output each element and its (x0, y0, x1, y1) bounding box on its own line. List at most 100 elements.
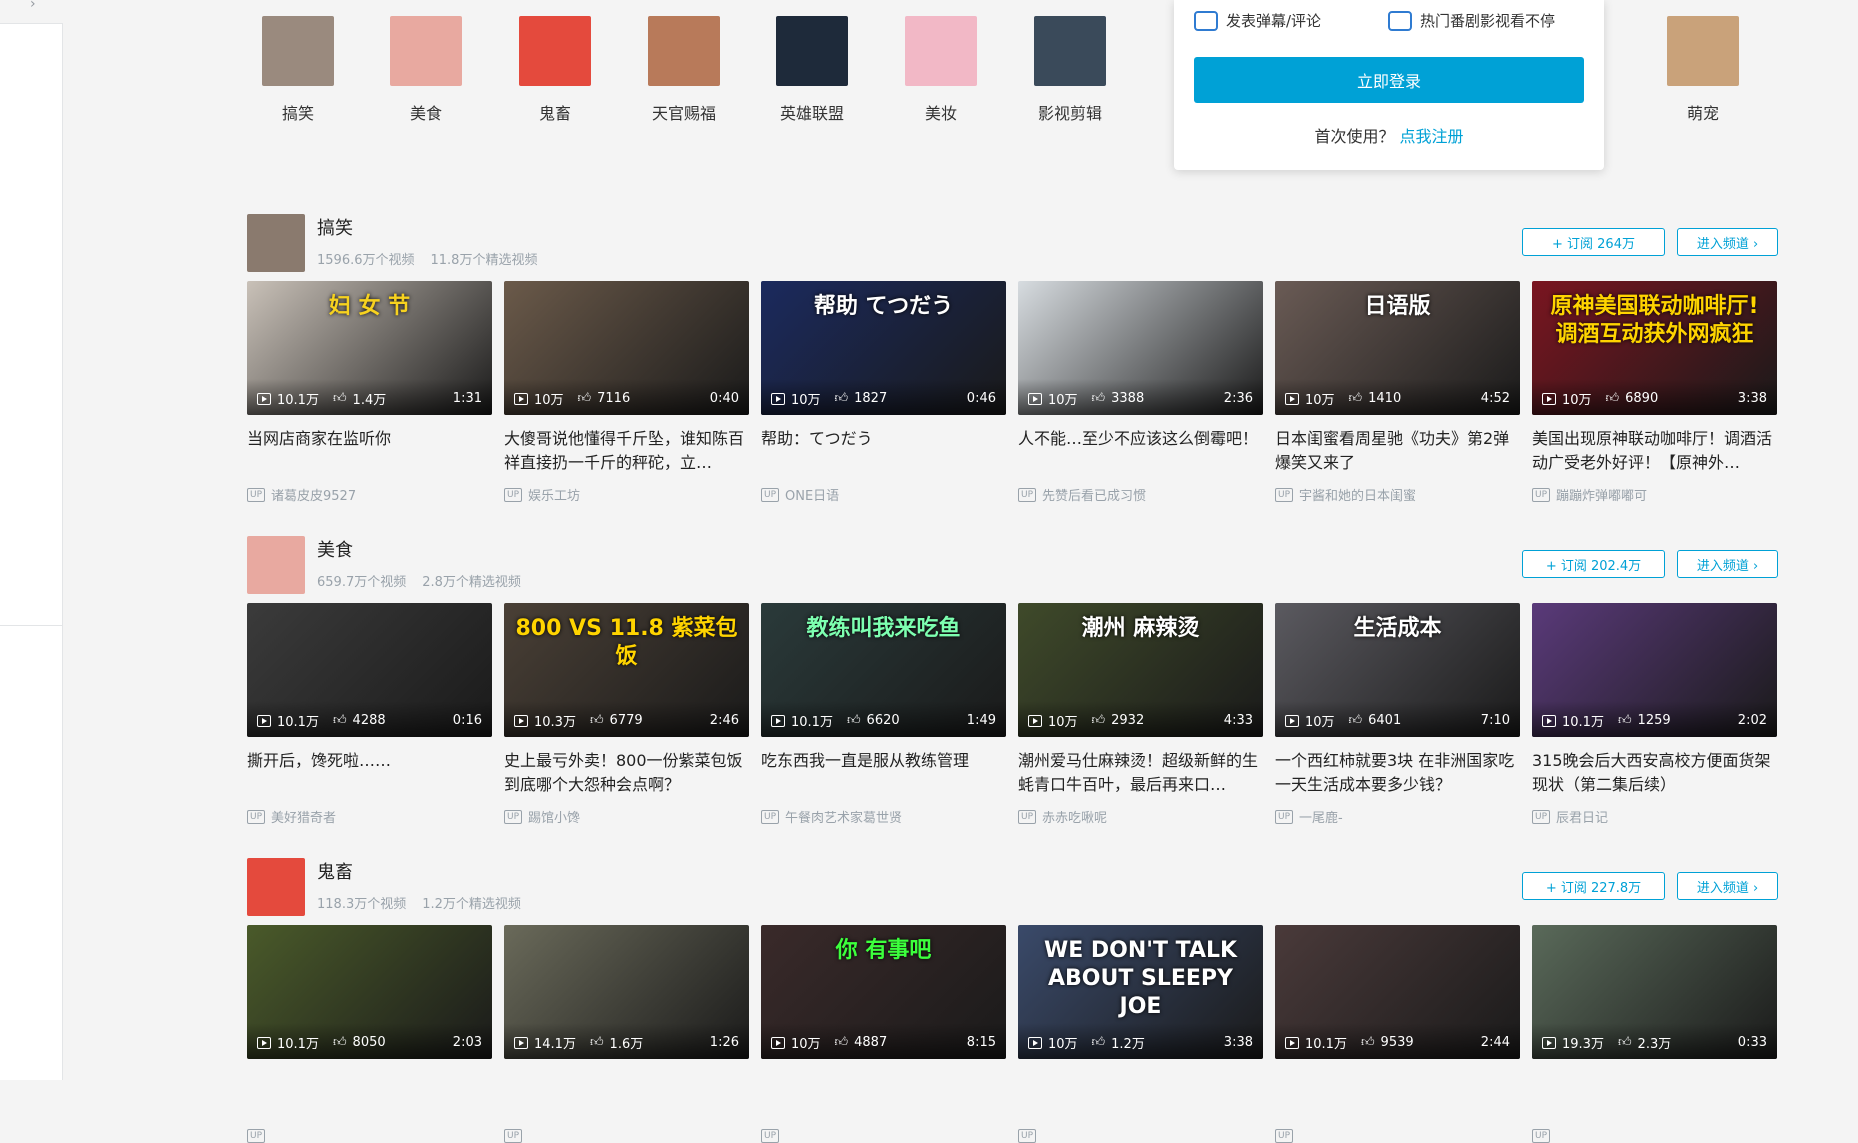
video-thumbnail[interactable]: 800 VS 11.8 紫菜包饭 10.3万 👍︎ 6779 2:46 (504, 603, 749, 737)
video-title[interactable] (761, 1071, 1006, 1119)
play-count-icon (257, 392, 271, 405)
video-card[interactable]: 10.1万 👍︎ 9539 2:44 UP (1275, 925, 1520, 1143)
enter-channel-button[interactable]: 进入频道 › (1677, 872, 1778, 900)
video-thumbnail[interactable]: 10.1万 👍︎ 9539 2:44 (1275, 925, 1520, 1059)
video-title[interactable] (1018, 1071, 1263, 1119)
video-card[interactable]: 生活成本 10万 👍︎ 6401 7:10 一个西红柿就要3块 在非洲国家吃一天… (1275, 603, 1520, 826)
video-thumbnail[interactable]: 19.3万 👍︎ 2.3万 0:33 (1532, 925, 1777, 1059)
video-card[interactable]: 10.1万 👍︎ 4288 0:16 撕开后，馋死啦…… UP 美好猎奇者 (247, 603, 492, 826)
video-card[interactable]: 日语版 10万 👍︎ 1410 4:52 日本闺蜜看周星驰《功夫》第2弹 爆笑又… (1275, 281, 1520, 504)
video-title[interactable]: 大傻哥说他懂得千斤坠，谁知陈百祥直接扔一千斤的秤砣，立… (504, 427, 749, 475)
category-2[interactable]: 鬼畜 (510, 16, 600, 124)
video-thumbnail[interactable]: 妇 女 节 10.1万 👍︎ 1.4万 1:31 (247, 281, 492, 415)
enter-channel-button[interactable]: 进入频道 › (1677, 550, 1778, 578)
video-title[interactable] (1532, 1071, 1777, 1119)
video-card[interactable]: 10万 👍︎ 7116 0:40 大傻哥说他懂得千斤坠，谁知陈百祥直接扔一千斤的… (504, 281, 749, 504)
collapse-button[interactable]: › (0, 0, 63, 24)
video-thumbnail[interactable]: 帮助 てつだう 10万 👍︎ 1827 0:46 (761, 281, 1006, 415)
video-title[interactable] (504, 1071, 749, 1119)
video-title[interactable]: 帮助：てつだう (761, 427, 1006, 475)
channel-title[interactable]: 鬼畜 (317, 858, 353, 884)
video-card[interactable]: 你 有事吧 10万 👍︎ 4887 8:15 UP (761, 925, 1006, 1143)
video-title[interactable]: 一个西红柿就要3块 在非洲国家吃一天生活成本要多少钱？ (1275, 749, 1520, 797)
video-thumbnail[interactable]: 原神美国联动咖啡厅! 调酒互动获外网疯狂 10万 👍︎ 6890 3:38 (1532, 281, 1777, 415)
video-thumbnail[interactable]: 10万 👍︎ 7116 0:40 (504, 281, 749, 415)
video-title[interactable]: 315晚会后大西安高校方便面货架现状（第二集后续） (1532, 749, 1777, 797)
category-label: 美食 (409, 104, 442, 123)
video-thumbnail[interactable]: 潮州 麻辣烫 10万 👍︎ 2932 4:33 (1018, 603, 1263, 737)
uploader[interactable]: UP (1018, 1129, 1263, 1143)
video-card[interactable]: 妇 女 节 10.1万 👍︎ 1.4万 1:31 当网店商家在监听你 UP 诸葛… (247, 281, 492, 504)
video-title[interactable] (1275, 1071, 1520, 1119)
video-thumbnail[interactable]: 教练叫我来吃鱼 10.1万 👍︎ 6620 1:49 (761, 603, 1006, 737)
video-thumbnail[interactable]: 生活成本 10万 👍︎ 6401 7:10 (1275, 603, 1520, 737)
category-6[interactable]: 影视剪辑 (1025, 16, 1115, 124)
video-thumbnail[interactable]: 10.1万 👍︎ 4288 0:16 (247, 603, 492, 737)
uploader[interactable]: UP 美好猎奇者 (247, 807, 492, 826)
uploader[interactable]: UP 宇酱和她的日本闺蜜 (1275, 485, 1520, 504)
video-title[interactable] (247, 1071, 492, 1119)
video-title[interactable]: 潮州爱马仕麻辣烫！超级新鲜的生蚝青口牛百叶，最后再来口… (1018, 749, 1263, 797)
video-card[interactable]: 10万 👍︎ 3388 2:36 人不能…至少不应该这么倒霉吧！ UP 先赞后看… (1018, 281, 1263, 504)
video-card[interactable]: 19.3万 👍︎ 2.3万 0:33 UP (1532, 925, 1777, 1143)
video-title[interactable]: 吃东西我一直是服从教练管理 (761, 749, 1006, 797)
video-thumbnail[interactable]: 日语版 10万 👍︎ 1410 4:52 (1275, 281, 1520, 415)
category-7[interactable]: 萌宠 (1658, 16, 1748, 124)
video-thumbnail[interactable]: WE DON'T TALK ABOUT SLEEPY JOE 10万 👍︎ 1.… (1018, 925, 1263, 1059)
login-button[interactable]: 立即登录 (1194, 57, 1584, 103)
category-0[interactable]: 搞笑 (253, 16, 343, 124)
channel-title[interactable]: 美食 (317, 536, 353, 562)
uploader[interactable]: UP (1532, 1129, 1777, 1143)
video-card[interactable]: 帮助 てつだう 10万 👍︎ 1827 0:46 帮助：てつだう UP ONE日… (761, 281, 1006, 504)
uploader[interactable]: UP 娱乐工坊 (504, 485, 749, 504)
uploader[interactable]: UP 一尾鹿- (1275, 807, 1520, 826)
video-row: 10.1万 👍︎ 4288 0:16 撕开后，馋死啦…… UP 美好猎奇者 80… (247, 603, 1777, 826)
video-title[interactable]: 史上最亏外卖！800一份紫菜包饭到底哪个大怨种会点啊？ (504, 749, 749, 797)
video-title[interactable]: 撕开后，馋死啦…… (247, 749, 492, 797)
video-card[interactable]: 教练叫我来吃鱼 10.1万 👍︎ 6620 1:49 吃东西我一直是服从教练管理… (761, 603, 1006, 826)
channel-avatar[interactable] (247, 536, 305, 594)
uploader[interactable]: UP 蹦蹦炸弹嘟嘟可 (1532, 485, 1777, 504)
channel-avatar[interactable] (247, 214, 305, 272)
uploader[interactable]: UP 诸葛皮皮9527 (247, 485, 492, 504)
channel-avatar[interactable] (247, 858, 305, 916)
category-5[interactable]: 美妆 (896, 16, 986, 124)
video-card[interactable]: 800 VS 11.8 紫菜包饭 10.3万 👍︎ 6779 2:46 史上最亏… (504, 603, 749, 826)
video-card[interactable]: 14.1万 👍︎ 1.6万 1:26 UP (504, 925, 749, 1143)
uploader[interactable]: UP (247, 1129, 492, 1143)
video-card[interactable]: WE DON'T TALK ABOUT SLEEPY JOE 10万 👍︎ 1.… (1018, 925, 1263, 1143)
channel-title[interactable]: 搞笑 (317, 214, 353, 240)
video-card[interactable]: 10.1万 👍︎ 8050 2:03 UP (247, 925, 492, 1143)
video-title[interactable]: 人不能…至少不应该这么倒霉吧！ (1018, 427, 1263, 475)
category-3[interactable]: 天官赐福 (639, 16, 729, 124)
view-count: 10万 (1048, 1037, 1078, 1052)
uploader[interactable]: UP ONE日语 (761, 485, 1006, 504)
video-thumbnail[interactable]: 14.1万 👍︎ 1.6万 1:26 (504, 925, 749, 1059)
video-thumbnail[interactable]: 你 有事吧 10万 👍︎ 4887 8:15 (761, 925, 1006, 1059)
uploader[interactable]: UP (1275, 1129, 1520, 1143)
enter-channel-button[interactable]: 进入频道 › (1677, 228, 1778, 256)
subscribe-button[interactable]: + 订阅 264万 (1522, 228, 1665, 256)
uploader[interactable]: UP 踢馆小馋 (504, 807, 749, 826)
video-title[interactable]: 当网店商家在监听你 (247, 427, 492, 475)
video-thumbnail[interactable]: 10万 👍︎ 3388 2:36 (1018, 281, 1263, 415)
uploader[interactable]: UP (504, 1129, 749, 1143)
uploader[interactable]: UP (761, 1129, 1006, 1143)
video-card[interactable]: 10.1万 👍︎ 1259 2:02 315晚会后大西安高校方便面货架现状（第二… (1532, 603, 1777, 826)
uploader[interactable]: UP 赤赤吃啾呢 (1018, 807, 1263, 826)
video-title[interactable]: 美国出现原神联动咖啡厅！调酒活动广受老外好评！【原神外… (1532, 427, 1777, 475)
video-thumbnail[interactable]: 10.1万 👍︎ 1259 2:02 (1532, 603, 1777, 737)
category-1[interactable]: 美食 (381, 16, 471, 124)
video-card[interactable]: 原神美国联动咖啡厅! 调酒互动获外网疯狂 10万 👍︎ 6890 3:38 美国… (1532, 281, 1777, 504)
video-title[interactable]: 日本闺蜜看周星驰《功夫》第2弹 爆笑又来了 (1275, 427, 1520, 475)
video-card[interactable]: 潮州 麻辣烫 10万 👍︎ 2932 4:33 潮州爱马仕麻辣烫！超级新鲜的生蚝… (1018, 603, 1263, 826)
uploader[interactable]: UP 辰君日记 (1532, 807, 1777, 826)
uploader[interactable]: UP 先赞后看已成习惯 (1018, 485, 1263, 504)
subscribe-button[interactable]: + 订阅 202.4万 (1522, 550, 1665, 578)
register-link[interactable]: 点我注册 (1400, 127, 1464, 146)
category-4[interactable]: 英雄联盟 (767, 16, 857, 124)
subscribe-button[interactable]: + 订阅 227.8万 (1522, 872, 1665, 900)
uploader[interactable]: UP 午餐肉艺术家葛世贤 (761, 807, 1006, 826)
video-thumbnail[interactable]: 10.1万 👍︎ 8050 2:03 (247, 925, 492, 1059)
video-meta: 10万 👍︎ 3388 2:36 (1028, 389, 1253, 408)
